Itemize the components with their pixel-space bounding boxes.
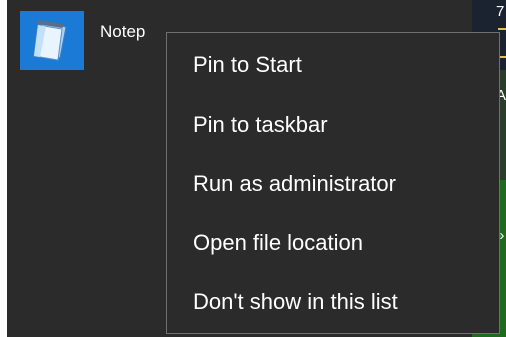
context-menu: Pin to Start Pin to taskbar Run as admin… [166, 32, 500, 334]
menu-item-run-as-administrator[interactable]: Run as administrator [167, 155, 499, 213]
notepad-app-tile[interactable] [20, 11, 84, 70]
notepad-icon [33, 19, 67, 61]
screen: 7 A » Notep Pin to Start Pin to taskbar … [0, 0, 506, 337]
app-name-label[interactable]: Notep [100, 22, 166, 42]
left-edge [0, 0, 7, 337]
menu-item-open-file-location[interactable]: Open file location [167, 214, 499, 272]
desktop-text-fragment: 7 [496, 3, 505, 20]
menu-item-dont-show-in-list[interactable]: Don't show in this list [167, 273, 499, 331]
menu-item-pin-to-start[interactable]: Pin to Start [167, 36, 499, 94]
menu-item-pin-to-taskbar[interactable]: Pin to taskbar [167, 96, 499, 154]
